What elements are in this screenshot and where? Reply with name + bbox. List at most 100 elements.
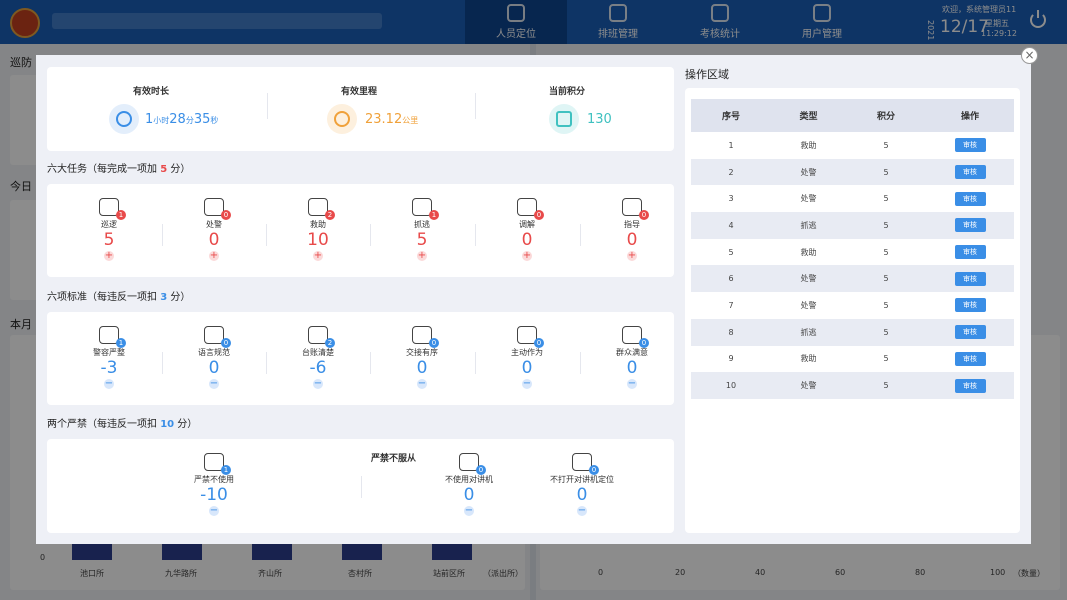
initiative-icon: 0 <box>517 326 544 348</box>
item-label: 群众满意 <box>616 348 648 357</box>
two-bans-card: 严禁不服从 1 严禁不使用 -10−0 不使用对讲机 0−0 不打开对讲机定位 0− <box>47 439 674 533</box>
score-item: 0 语言规范 0− <box>162 326 266 389</box>
review-button[interactable]: 审核 <box>954 218 986 233</box>
item-score: 0 <box>576 485 588 505</box>
table-row: 1 救助 5 审核 <box>691 132 1014 159</box>
walkie-talkie-icon: 0 <box>459 453 486 475</box>
subtract-button[interactable]: − <box>313 379 323 389</box>
review-button[interactable]: 审核 <box>954 378 986 393</box>
item-label: 巡逻 <box>101 220 117 229</box>
ban-subheading: 严禁不服从 <box>371 454 417 464</box>
stat-mileage: 有效里程 23.12公里 <box>255 67 463 151</box>
radio-locate-icon: 0 <box>572 453 599 475</box>
cell-action: 审核 <box>926 218 1014 233</box>
subtract-button[interactable]: − <box>209 379 219 389</box>
subtract-button[interactable]: − <box>209 506 219 516</box>
score-item: 0 主动作为 0− <box>475 326 579 389</box>
cell-no: 3 <box>728 194 734 204</box>
count-badge: 2 <box>325 210 335 220</box>
count-badge: 1 <box>429 210 439 220</box>
subtract-button[interactable]: − <box>104 379 114 389</box>
item-label: 调解 <box>519 220 535 229</box>
cell-type: 处警 <box>800 167 817 177</box>
add-button[interactable]: + <box>522 251 532 261</box>
cell-type: 处警 <box>800 381 817 391</box>
handover-icon: 0 <box>412 326 439 348</box>
item-score: 5 <box>103 230 115 250</box>
clock-icon <box>109 104 139 134</box>
cell-type: 处警 <box>800 274 817 284</box>
table-row: 3 处警 5 审核 <box>691 185 1014 213</box>
add-button[interactable]: + <box>313 251 323 261</box>
col-header: 操作 <box>960 112 979 122</box>
subtract-button[interactable]: − <box>577 506 587 516</box>
item-score: 0 <box>208 230 220 250</box>
score-item: 1 巡逻 5 + <box>57 198 161 261</box>
cell-no: 4 <box>728 220 734 230</box>
item-label: 主动作为 <box>511 348 543 357</box>
cell-action: 审核 <box>926 165 1014 180</box>
item-label: 严禁不使用 <box>194 475 234 484</box>
review-button[interactable]: 审核 <box>954 245 986 260</box>
item-score: 5 <box>416 230 428 250</box>
stats-card: 有效时长 1小时28分35秒 有效里程 23.12公里 当前积分 130 <box>47 67 674 151</box>
item-label: 警容严整 <box>93 348 125 357</box>
review-button[interactable]: 审核 <box>954 271 986 286</box>
handshake-icon: 0 <box>517 198 544 220</box>
col-header: 积分 <box>876 112 895 122</box>
score-item: 1 严禁不使用 -10− <box>162 453 266 516</box>
review-button[interactable]: 审核 <box>954 138 986 153</box>
language-icon: 0 <box>204 326 231 348</box>
add-button[interactable]: + <box>104 251 114 261</box>
patrol-icon: 1 <box>99 198 126 220</box>
cell-no: 5 <box>728 247 734 257</box>
stat-label: 当前积分 <box>548 87 585 97</box>
review-button[interactable]: 审核 <box>954 298 986 313</box>
officer-icon: 1 <box>99 326 126 348</box>
stat-value: 1小时28分35秒 <box>145 112 219 127</box>
divider <box>580 224 581 246</box>
cell-no: 10 <box>725 381 737 391</box>
smile-icon: 0 <box>622 326 649 348</box>
cell-type: 处警 <box>800 300 817 310</box>
table-row: 7 处警 5 审核 <box>691 292 1014 319</box>
subtract-button[interactable]: − <box>627 379 637 389</box>
add-button[interactable]: + <box>209 251 219 261</box>
cell-no: 2 <box>728 167 734 177</box>
col-header: 序号 <box>721 112 740 122</box>
score-item: 0 调解 0 + <box>475 198 579 261</box>
review-button[interactable]: 审核 <box>954 325 986 340</box>
item-label: 指导 <box>624 220 640 229</box>
count-badge: 0 <box>534 210 544 220</box>
item-score: 0 <box>626 358 638 378</box>
operation-table: 序号 类型 积分 操作 1 救助 5 审核 2 处警 5 审核 3 处警 5 审核 4 抓逃 5 审核 5 救助 5… <box>691 99 1014 399</box>
cell-action: 审核 <box>926 298 1014 313</box>
subtract-button[interactable]: − <box>464 506 474 516</box>
subtract-button[interactable]: − <box>522 379 532 389</box>
divider <box>162 352 163 374</box>
crown-icon <box>549 104 579 134</box>
table-row: 10 处警 5 审核 <box>691 372 1014 399</box>
subtract-button[interactable]: − <box>417 379 427 389</box>
count-badge: 0 <box>476 465 486 475</box>
table-body: 1 救助 5 审核 2 处警 5 审核 3 处警 5 审核 4 抓逃 5 审核 5 救助 5 审核 6 处警 5 审核 7 处警 5… <box>691 132 1014 399</box>
divider <box>580 352 581 374</box>
item-label: 不使用对讲机 <box>445 475 493 484</box>
col-header: 类型 <box>799 112 818 122</box>
score-item: 1 警容严整 -3− <box>57 326 161 389</box>
add-button[interactable]: + <box>417 251 427 261</box>
item-label: 台账清楚 <box>302 348 334 357</box>
close-icon[interactable]: × <box>1021 47 1038 64</box>
stat-label: 有效时长 <box>132 87 169 97</box>
review-button[interactable]: 审核 <box>954 165 986 180</box>
item-score: 0 <box>416 358 428 378</box>
item-label: 不打开对讲机定位 <box>550 475 614 484</box>
count-badge: 1 <box>116 338 126 348</box>
review-button[interactable]: 审核 <box>954 191 986 206</box>
cell-action: 审核 <box>926 138 1014 153</box>
count-badge: 0 <box>639 210 649 220</box>
item-label: 处警 <box>206 220 222 229</box>
add-button[interactable]: + <box>627 251 637 261</box>
item-score: -10 <box>200 485 228 505</box>
review-button[interactable]: 审核 <box>954 351 986 366</box>
